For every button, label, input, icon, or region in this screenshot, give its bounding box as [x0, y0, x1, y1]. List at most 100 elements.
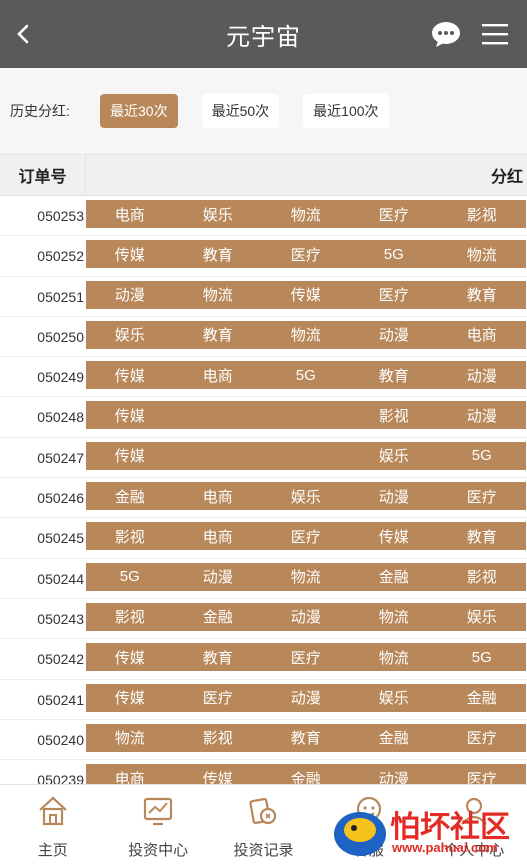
dividend-cell: 教育 [174, 320, 262, 349]
tab-label: 客服 [353, 841, 384, 859]
app-header: 元宇宙 [0, 0, 527, 68]
table-row: 050252 传媒 教育 医疗 5G 物流 [0, 236, 527, 277]
dividend-cell: 动漫 [262, 602, 350, 631]
dividend-cell [262, 401, 350, 430]
dividend-cell: 动漫 [438, 361, 526, 390]
dividend-cell: 物流 [438, 240, 526, 269]
dividend-cell: 金融 [262, 764, 350, 784]
hamburger-menu-icon[interactable] [480, 22, 510, 46]
dividend-cells: 动漫 物流 传媒 医疗 教育 [86, 280, 527, 309]
dividend-cells: 影视 电商 医疗 传媒 教育 [86, 522, 527, 551]
dividend-cell: 电商 [438, 320, 526, 349]
home-icon [36, 794, 70, 839]
dividend-cell: 医疗 [262, 522, 350, 551]
tab-home[interactable]: 主页 [0, 785, 105, 867]
dividend-cells: 娱乐 教育 物流 动漫 电商 [86, 320, 527, 349]
dividend-cell: 教育 [174, 240, 262, 269]
dividend-cell: 5G [262, 361, 350, 390]
dividend-cell: 电商 [86, 200, 174, 228]
order-number: 050252 [37, 248, 84, 265]
tab-label: 投资记录 [233, 841, 294, 859]
dividend-cell: 5G [86, 562, 174, 591]
tab-label: 主页 [37, 841, 68, 859]
filter-option-1[interactable]: 最近50次 [201, 94, 280, 128]
tab-chart[interactable]: 投资中心 [105, 785, 210, 867]
table-row: 050243 影视 金融 动漫 物流 娱乐 [0, 599, 527, 640]
dividend-cell: 影视 [86, 602, 174, 631]
tab-record[interactable]: 投资记录 [211, 785, 316, 867]
order-number: 050242 [37, 651, 84, 668]
dividend-cell: 教育 [350, 361, 438, 390]
tab-service[interactable]: 客服 [316, 785, 421, 867]
dividend-cell: 传媒 [262, 280, 350, 309]
dividend-cells: 5G 动漫 物流 金融 影视 [86, 562, 527, 591]
dividend-cell [174, 401, 262, 430]
dividend-cell: 5G [438, 643, 526, 672]
service-icon [352, 794, 386, 839]
dividend-cell: 物流 [262, 320, 350, 349]
dividend-cell: 娱乐 [262, 482, 350, 511]
dividend-cell: 电商 [174, 482, 262, 511]
dividend-cell: 教育 [262, 723, 350, 752]
dividend-cell: 动漫 [350, 764, 438, 784]
filter-option-0[interactable]: 最近30次 [100, 94, 178, 128]
filter-option-2[interactable]: 最近100次 [303, 94, 389, 128]
dividend-cell: 物流 [262, 562, 350, 591]
order-number: 050240 [37, 731, 84, 748]
user-icon [457, 794, 491, 839]
dividend-cell: 电商 [86, 764, 174, 784]
chart-icon [141, 794, 175, 839]
dividend-cell: 传媒 [86, 240, 174, 269]
dividend-cell: 医疗 [350, 280, 438, 309]
tab-label: 个人中心 [444, 841, 505, 859]
dividend-cell: 传媒 [86, 643, 174, 672]
record-icon [246, 794, 280, 839]
dividend-cell: 动漫 [350, 482, 438, 511]
page-title: 元宇宙 [226, 23, 301, 51]
chat-bubble-icon[interactable] [430, 20, 462, 48]
dividend-cell: 娱乐 [438, 602, 526, 631]
dividend-cell: 电商 [174, 522, 262, 551]
back-arrow-icon[interactable] [12, 20, 36, 48]
dividend-cell: 娱乐 [86, 320, 174, 349]
dividend-cell: 医疗 [174, 683, 262, 712]
dividend-cell: 动漫 [262, 683, 350, 712]
table-row: 050250 娱乐 教育 物流 动漫 电商 [0, 317, 527, 358]
tab-user[interactable]: 个人中心 [422, 785, 527, 867]
order-number: 050250 [37, 328, 84, 345]
column-order-number: 订单号 [0, 155, 86, 195]
dividend-cell [262, 441, 350, 470]
dividend-cell: 传媒 [86, 683, 174, 712]
dividend-cell: 医疗 [262, 240, 350, 269]
dividend-cell: 金融 [86, 482, 174, 511]
dividend-cells: 电商 娱乐 物流 医疗 影视 [86, 200, 527, 228]
dividend-cell: 5G [438, 441, 526, 470]
dividend-cell: 传媒 [174, 764, 262, 784]
dividend-cells: 电商 传媒 金融 动漫 医疗 [86, 764, 527, 784]
table-row: 050245 影视 电商 医疗 传媒 教育 [0, 518, 527, 559]
dividend-cell: 影视 [86, 522, 174, 551]
dividend-cells: 物流 影视 教育 金融 医疗 [86, 723, 527, 752]
dividend-cell: 影视 [438, 200, 526, 228]
order-number: 050248 [37, 409, 84, 426]
dividend-cell: 教育 [174, 643, 262, 672]
column-dividend: 分红 [490, 169, 523, 186]
dividend-filter-bar: 历史分红: 最近30次 最近50次 最近100次 [0, 68, 527, 154]
dividend-cell: 医疗 [350, 200, 438, 228]
dividend-cell: 动漫 [86, 280, 174, 309]
dividend-cell: 物流 [86, 723, 174, 752]
dividend-cells: 传媒 影视 动漫 [86, 401, 527, 430]
filter-label: 历史分红: [10, 103, 70, 119]
table-row: 050240 物流 影视 教育 金融 医疗 [0, 720, 527, 761]
dividend-cell [174, 441, 262, 470]
dividend-table-body[interactable]: 050253 电商 娱乐 物流 医疗 影视 050252 传媒 教育 医疗 5G 物流 050251 动漫… [0, 196, 527, 784]
dividend-cells: 影视 金融 动漫 物流 娱乐 [86, 602, 527, 631]
dividend-cell: 娱乐 [350, 683, 438, 712]
dividend-cell: 医疗 [262, 643, 350, 672]
table-row: 050239 电商 传媒 金融 动漫 医疗 [0, 760, 527, 784]
order-number: 050244 [37, 570, 84, 587]
dividend-cell: 医疗 [438, 482, 526, 511]
table-row: 050251 动漫 物流 传媒 医疗 教育 [0, 277, 527, 317]
table-row: 050248 传媒 影视 动漫 [0, 397, 527, 438]
dividend-cell: 动漫 [174, 562, 262, 591]
